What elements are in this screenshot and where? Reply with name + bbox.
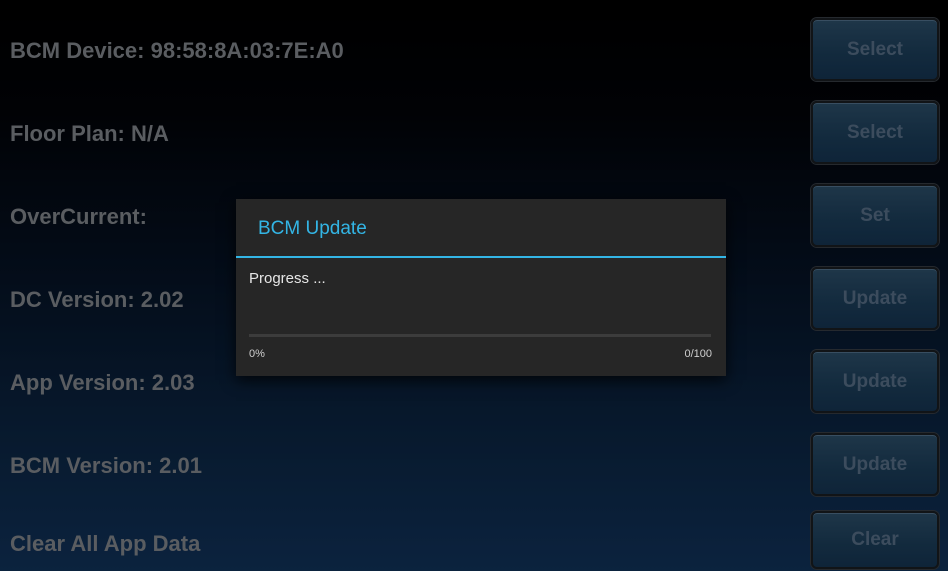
progress-percent: 0% [249, 348, 265, 360]
bcm-update-dialog: BCM Update Progress ... 0% 0/100 [236, 199, 726, 376]
progress-bar [249, 334, 711, 337]
dialog-title: BCM Update [258, 218, 367, 239]
dialog-title-divider [236, 256, 726, 258]
progress-count: 0/100 [684, 348, 712, 360]
dialog-message: Progress ... [249, 270, 326, 287]
